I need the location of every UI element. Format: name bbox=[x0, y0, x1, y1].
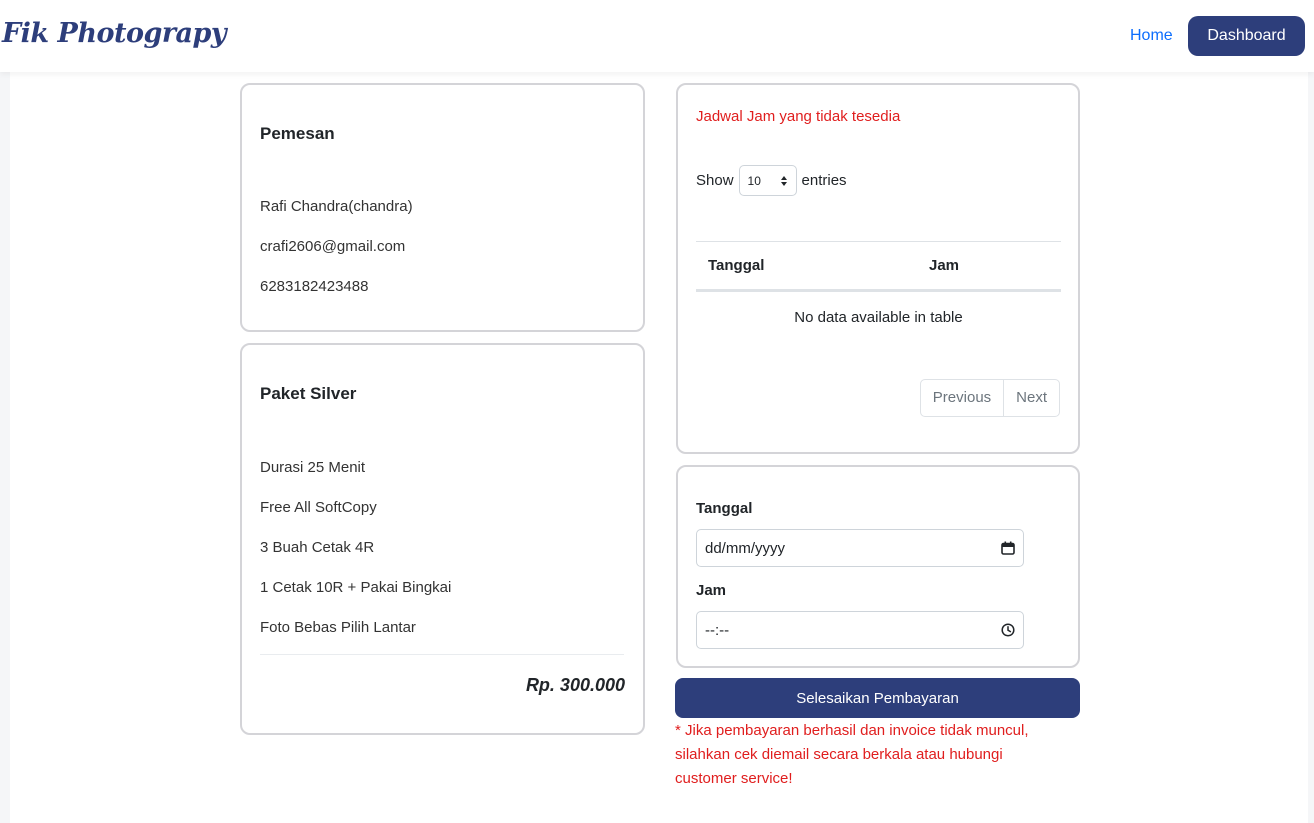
booking-card: Tanggal dd/mm/yyyy Jam --:-- bbox=[676, 465, 1080, 668]
sort-arrows-icon bbox=[780, 175, 787, 186]
time-input[interactable]: --:-- bbox=[696, 611, 1024, 649]
navbar: Fik Photograpy Home Dashboard bbox=[0, 0, 1314, 72]
entries-label: entries bbox=[801, 172, 847, 189]
calendar-icon[interactable] bbox=[1001, 541, 1015, 555]
nav-home-link[interactable]: Home bbox=[1130, 27, 1173, 45]
entries-select[interactable]: 10 bbox=[738, 165, 797, 196]
package-feature: 1 Cetak 10R + Pakai Bingkai bbox=[260, 579, 452, 596]
previous-button[interactable]: Previous bbox=[921, 380, 1003, 416]
date-label: Tanggal bbox=[696, 500, 753, 517]
entries-length-control: Show 10 entries bbox=[696, 165, 847, 196]
show-label: Show bbox=[696, 172, 734, 189]
customer-email: crafi2606@gmail.com bbox=[260, 238, 406, 255]
package-price: Rp. 300.000 bbox=[525, 675, 625, 695]
schedule-table: Tanggal Jam No data available in table bbox=[696, 241, 1061, 342]
pagination: Previous Next bbox=[919, 379, 1060, 417]
date-input[interactable]: dd/mm/yyyy bbox=[696, 529, 1024, 567]
package-title: Paket Silver bbox=[260, 384, 357, 403]
clock-icon[interactable] bbox=[1001, 623, 1015, 637]
date-input-value: dd/mm/yyyy bbox=[705, 539, 786, 557]
package-feature: Foto Bebas Pilih Lantar bbox=[260, 619, 416, 636]
package-feature: Durasi 25 Menit bbox=[260, 459, 366, 476]
customer-name: Rafi Chandra(chandra) bbox=[260, 198, 413, 215]
page-content: Pemesan Rafi Chandra(chandra) crafi2606@… bbox=[10, 72, 1308, 823]
package-card: Paket Silver Durasi 25 Menit Free All So… bbox=[240, 343, 645, 735]
customer-card: Pemesan Rafi Chandra(chandra) crafi2606@… bbox=[240, 83, 645, 332]
customer-phone: 6283182423488 bbox=[260, 278, 369, 295]
time-label: Jam bbox=[696, 582, 727, 599]
entries-select-value: 10 bbox=[747, 173, 761, 188]
schedule-heading: Jadwal Jam yang tidak tesedia bbox=[696, 108, 901, 125]
complete-payment-button[interactable]: Selesaikan Pembayaran bbox=[675, 678, 1080, 718]
package-divider bbox=[260, 654, 624, 655]
schedule-card: Jadwal Jam yang tidak tesedia Show 10 en… bbox=[676, 83, 1080, 454]
dashboard-button[interactable]: Dashboard bbox=[1188, 16, 1305, 56]
package-feature: Free All SoftCopy bbox=[260, 499, 377, 516]
column-header-jam[interactable]: Jam bbox=[929, 257, 959, 274]
package-feature: 3 Buah Cetak 4R bbox=[260, 539, 375, 556]
column-header-tanggal[interactable]: Tanggal bbox=[696, 257, 929, 274]
next-button[interactable]: Next bbox=[1003, 380, 1059, 416]
payment-note: * Jika pembayaran berhasil dan invoice t… bbox=[675, 722, 1029, 787]
table-header-row: Tanggal Jam bbox=[696, 242, 1061, 292]
customer-card-title: Pemesan bbox=[260, 124, 335, 143]
brand-logo[interactable]: Fik Photograpy bbox=[2, 18, 227, 49]
time-input-value: --:-- bbox=[705, 621, 730, 639]
table-empty-row: No data available in table bbox=[794, 308, 963, 326]
